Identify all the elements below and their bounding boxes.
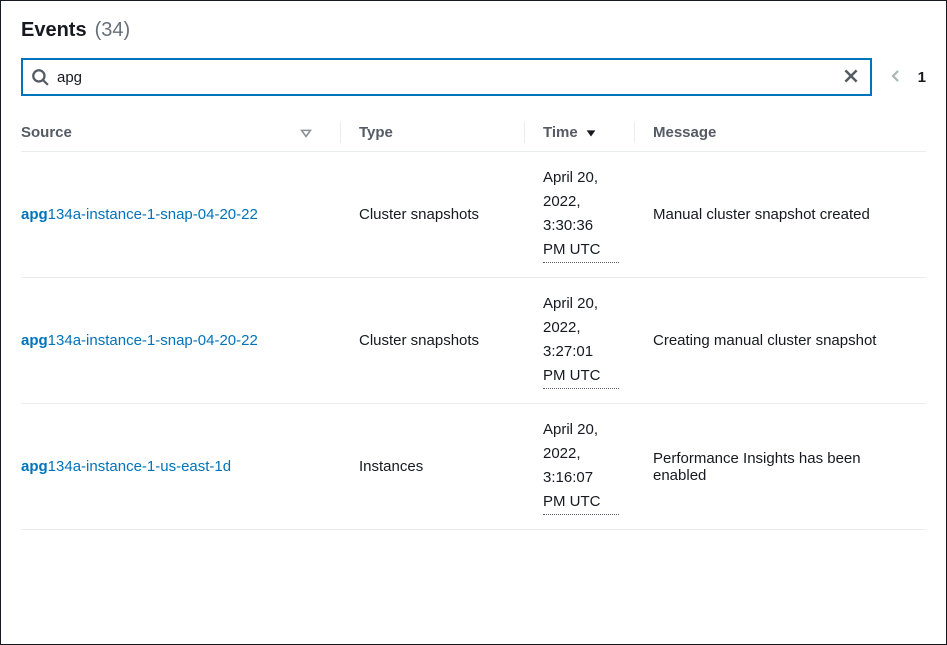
col-header-time[interactable]: Time — [525, 114, 635, 152]
table-row: apg134a-instance-1-us-east-1d InstancesAp… — [21, 404, 926, 530]
pagination: 1 — [888, 68, 926, 87]
panel-header: Events (34) — [21, 19, 926, 42]
search-icon — [31, 68, 49, 86]
current-page: 1 — [918, 69, 926, 86]
source-link[interactable]: apg134a-instance-1-snap-04-20-22 — [21, 332, 258, 349]
time-cell: April 20, 2022, 3:30:36 PM UTC — [543, 166, 619, 263]
clear-search-button[interactable] — [840, 66, 862, 88]
chevron-left-icon — [888, 68, 904, 87]
events-panel: Events (34) — [0, 0, 947, 645]
match-highlight: apg — [21, 332, 48, 349]
panel-title: Events — [21, 19, 87, 42]
source-rest: 134a-instance-1-snap-04-20-22 — [48, 206, 258, 223]
col-header-label: Source — [21, 124, 72, 141]
time-cell: April 20, 2022, 3:16:07 PM UTC — [543, 418, 619, 515]
time-cell: April 20, 2022, 3:27:01 PM UTC — [543, 292, 619, 389]
col-header-message[interactable]: Message — [635, 114, 926, 152]
toolbar: 1 — [21, 58, 926, 96]
source-link[interactable]: apg134a-instance-1-snap-04-20-22 — [21, 206, 258, 223]
match-highlight: apg — [21, 206, 48, 223]
close-icon — [842, 67, 860, 88]
source-rest: 134a-instance-1-us-east-1d — [48, 458, 231, 475]
col-header-label: Type — [359, 124, 393, 141]
message-cell: Creating manual cluster snapshot — [635, 278, 926, 404]
col-header-label: Time — [543, 124, 578, 141]
sort-desc-icon — [584, 126, 598, 140]
events-table: Source Type Time — [21, 114, 926, 530]
col-header-label: Message — [653, 124, 716, 141]
message-cell: Manual cluster snapshot created — [635, 152, 926, 278]
panel-count: (34) — [95, 19, 131, 42]
col-header-type[interactable]: Type — [341, 114, 525, 152]
table-row: apg134a-instance-1-snap-04-20-22 Cluster … — [21, 152, 926, 278]
table-row: apg134a-instance-1-snap-04-20-22 Cluster … — [21, 278, 926, 404]
match-highlight: apg — [21, 458, 48, 475]
source-link[interactable]: apg134a-instance-1-us-east-1d — [21, 458, 231, 475]
search-input[interactable] — [49, 60, 840, 94]
source-rest: 134a-instance-1-snap-04-20-22 — [48, 332, 258, 349]
type-cell: Cluster snapshots — [341, 152, 525, 278]
type-cell: Instances — [341, 404, 525, 530]
type-cell: Cluster snapshots — [341, 278, 525, 404]
search-box[interactable] — [21, 58, 872, 96]
prev-page-button[interactable] — [888, 68, 904, 87]
col-header-source[interactable]: Source — [21, 114, 341, 152]
message-cell: Performance Insights has been enabled — [635, 404, 926, 530]
sort-icon — [299, 126, 313, 140]
